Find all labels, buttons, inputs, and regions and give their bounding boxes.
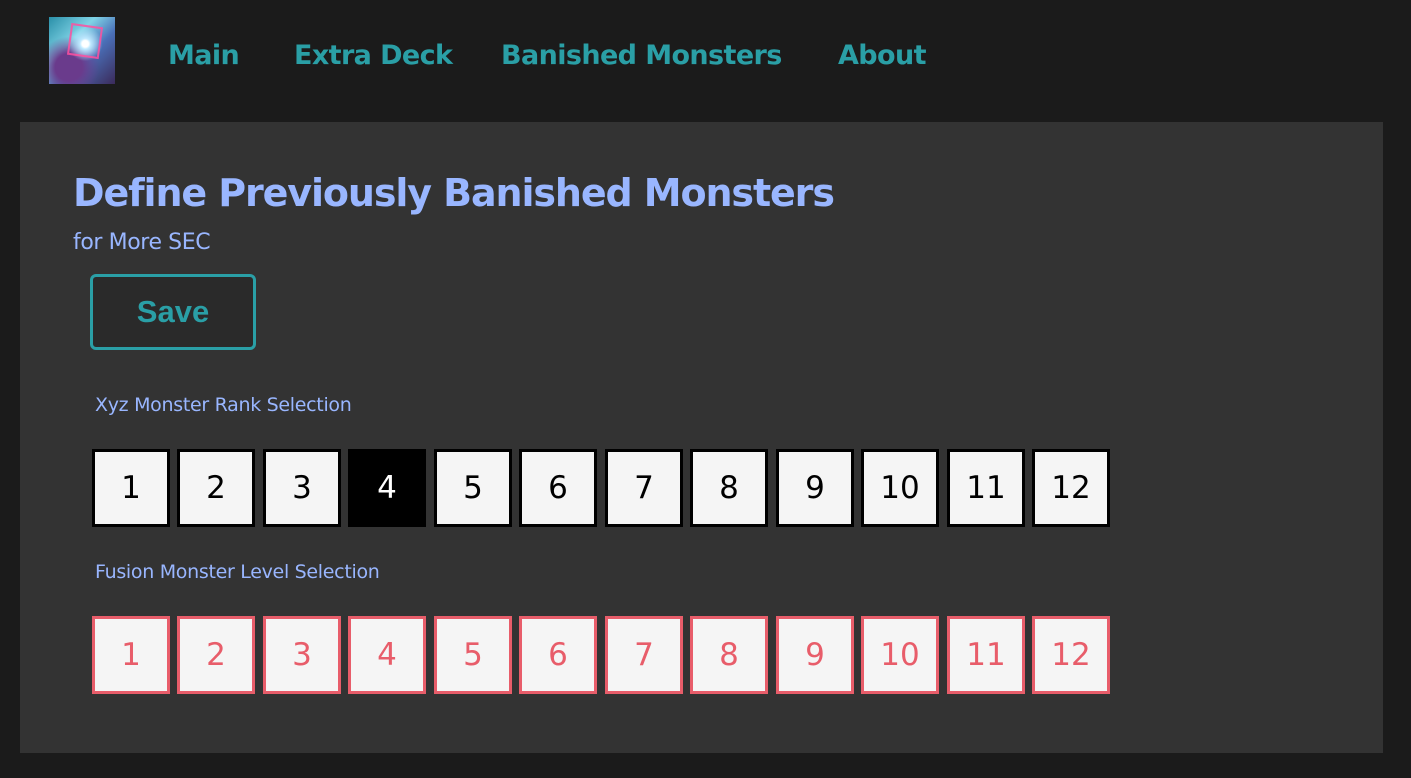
fusion-level-option[interactable]: 8 [690, 616, 768, 694]
fusion-level-option[interactable]: 11 [947, 616, 1025, 694]
xyz-rank-option[interactable]: 8 [690, 449, 768, 527]
page-subtitle: for More SEC [73, 230, 211, 255]
xyz-rank-option[interactable]: 11 [947, 449, 1025, 527]
fusion-level-label: Fusion Monster Level Selection [95, 561, 380, 583]
xyz-rank-option[interactable]: 2 [177, 449, 255, 527]
fusion-level-option[interactable]: 7 [605, 616, 683, 694]
xyz-rank-option[interactable]: 3 [263, 449, 341, 527]
fusion-level-option[interactable]: 3 [263, 616, 341, 694]
nav-link-about[interactable]: About [838, 38, 927, 74]
fusion-level-option[interactable]: 1 [92, 616, 170, 694]
main-panel: Define Previously Banished Monsters for … [20, 122, 1383, 753]
xyz-rank-option[interactable]: 9 [776, 449, 854, 527]
fusion-level-selector: 1 2 3 4 5 6 7 8 9 10 11 12 [92, 616, 1112, 694]
navbar: Main Extra Deck Banished Monsters About [0, 0, 1411, 110]
fusion-level-option[interactable]: 6 [519, 616, 597, 694]
fusion-level-option[interactable]: 4 [348, 616, 426, 694]
fusion-level-option[interactable]: 9 [776, 616, 854, 694]
xyz-rank-option[interactable]: 1 [92, 449, 170, 527]
fusion-level-option[interactable]: 5 [434, 616, 512, 694]
xyz-rank-label: Xyz Monster Rank Selection [95, 394, 352, 416]
save-button[interactable]: Save [90, 274, 256, 350]
nav-link-banished-monsters[interactable]: Banished Monsters [501, 38, 782, 74]
fusion-level-option[interactable]: 12 [1032, 616, 1110, 694]
fusion-level-option[interactable]: 10 [861, 616, 939, 694]
xyz-rank-option[interactable]: 7 [605, 449, 683, 527]
xyz-rank-option[interactable]: 6 [519, 449, 597, 527]
xyz-rank-selector: 1 2 3 4 5 6 7 8 9 10 11 12 [92, 449, 1112, 527]
xyz-rank-option[interactable]: 10 [861, 449, 939, 527]
fusion-level-option[interactable]: 2 [177, 616, 255, 694]
xyz-rank-option[interactable]: 5 [434, 449, 512, 527]
page-title: Define Previously Banished Monsters [73, 171, 835, 215]
xyz-rank-option[interactable]: 12 [1032, 449, 1110, 527]
logo-image[interactable] [49, 17, 115, 84]
nav-link-main[interactable]: Main [168, 38, 240, 74]
nav-link-extra-deck[interactable]: Extra Deck [294, 38, 453, 74]
xyz-rank-option-selected[interactable]: 4 [348, 449, 426, 527]
